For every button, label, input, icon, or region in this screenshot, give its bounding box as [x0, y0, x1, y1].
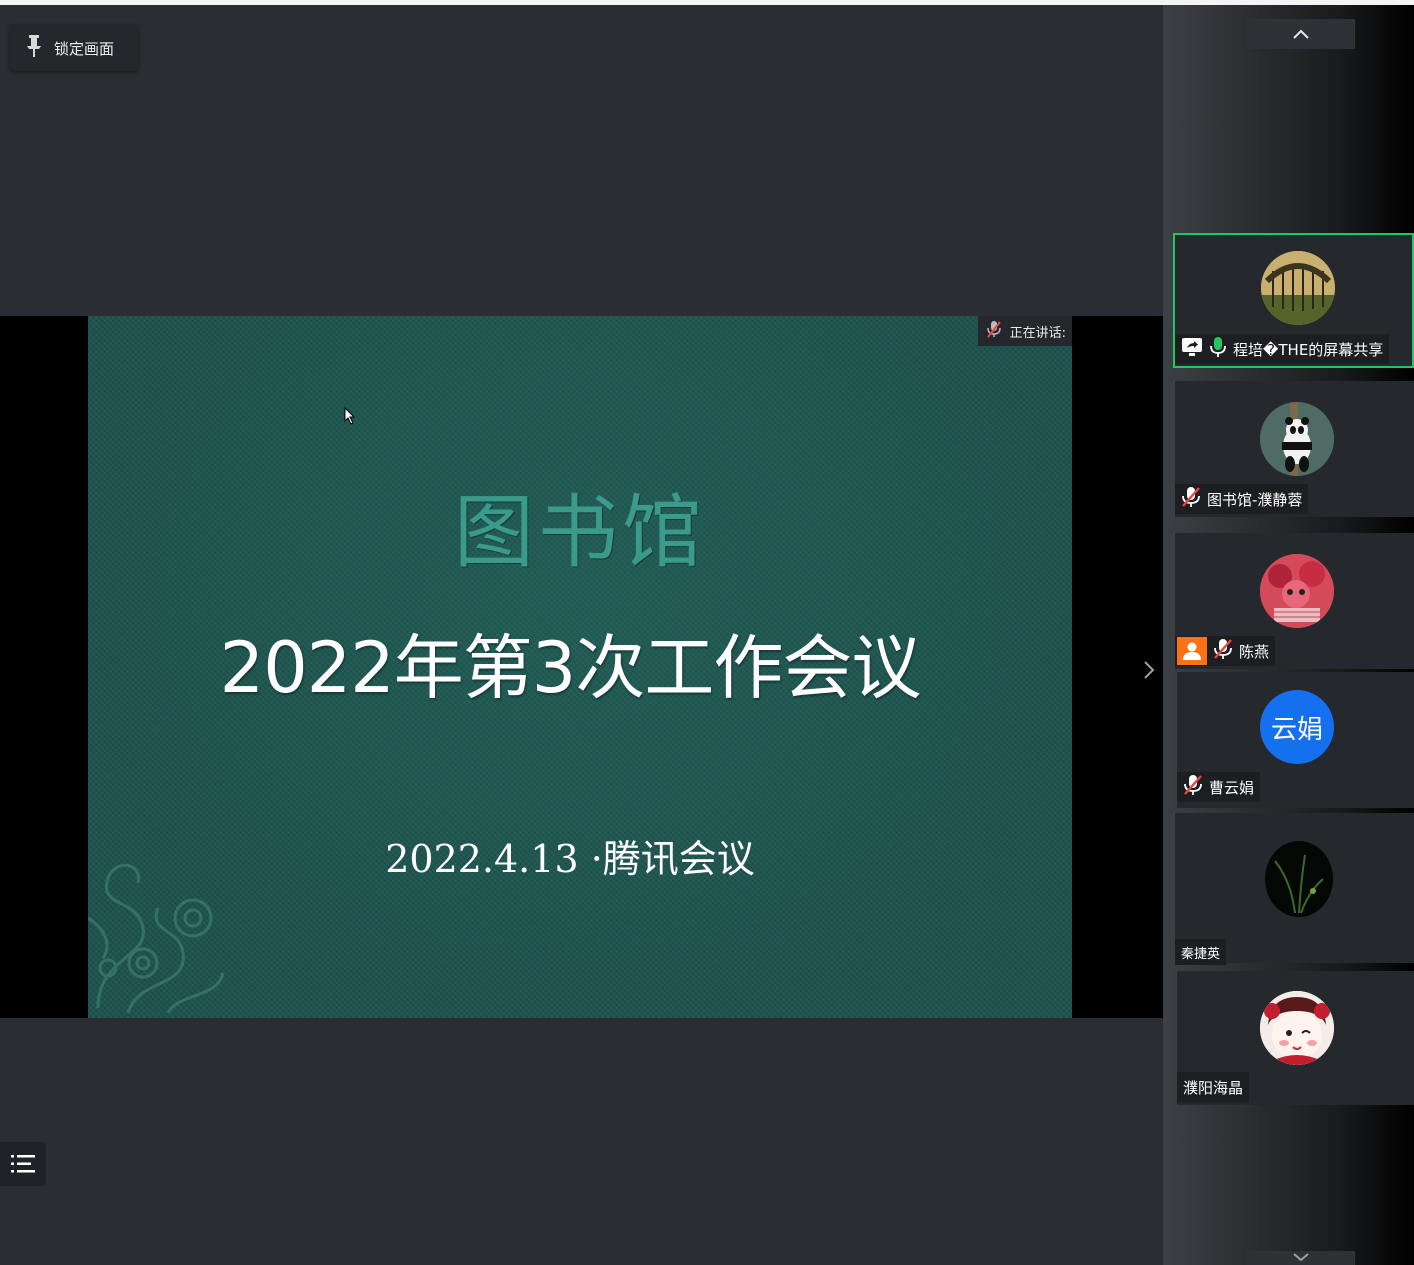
slide-subtitle: 2022年第3次工作会议	[219, 627, 922, 709]
participant-tile[interactable]: 濮阳海晶	[1177, 971, 1414, 1105]
pin-icon	[24, 34, 44, 62]
mic-muted-icon	[1181, 486, 1201, 512]
participant-name: 秦捷英	[1181, 946, 1221, 962]
speaking-indicator: 正在讲话:	[977, 316, 1072, 346]
name-bar: 程培�THE的屏幕共享	[1175, 334, 1390, 364]
name-bar: 陈燕	[1175, 636, 1276, 666]
slide-date: 2022.4.13 ·腾讯会议	[385, 837, 755, 881]
slide-title: 图书馆	[454, 486, 706, 579]
participant-tile[interactable]: 陈燕	[1175, 533, 1414, 669]
name-bar: 秦捷英	[1175, 939, 1227, 965]
avatar	[1260, 991, 1334, 1065]
name-bar: 图书馆-濮静蓉	[1175, 484, 1309, 514]
menu-list-button[interactable]	[0, 1142, 46, 1186]
chevron-up-icon	[1293, 29, 1309, 39]
participant-tile[interactable]: 图书馆-濮静蓉	[1175, 381, 1414, 517]
speaking-label: 正在讲话:	[1009, 325, 1066, 341]
avatar	[1265, 841, 1333, 917]
chevron-down-icon	[1293, 1253, 1309, 1261]
participant-name: 曹云娟	[1209, 778, 1255, 797]
scroll-down-button[interactable]	[1247, 1251, 1355, 1265]
chevron-right-icon[interactable]	[1142, 659, 1156, 681]
participant-name: 程培�THE的屏幕共享	[1233, 340, 1384, 359]
main-stage: 锁定画面 图书馆 2022年第3次工作会议 2022.4.13 ·腾讯会议 正在…	[0, 5, 1163, 1265]
mouse-cursor-icon	[344, 407, 356, 425]
participant-name: 陈燕	[1239, 642, 1270, 661]
avatar-initials: 云娟	[1270, 714, 1323, 745]
avatar	[1261, 251, 1335, 325]
avatar	[1260, 402, 1334, 476]
participant-tile[interactable]: 程培�THE的屏幕共享	[1173, 233, 1414, 368]
scroll-up-button[interactable]	[1247, 19, 1355, 49]
name-bar: 曹云娟	[1177, 772, 1261, 802]
mic-muted-icon	[1183, 774, 1203, 800]
participant-name: 濮阳海晶	[1183, 1078, 1244, 1097]
name-bar: 濮阳海晶	[1177, 1072, 1250, 1102]
host-icon	[1177, 637, 1207, 665]
screen-share-icon	[1181, 337, 1203, 361]
participant-tile[interactable]: 云娟 曹云娟	[1177, 672, 1414, 808]
lock-view-button[interactable]: 锁定画面	[10, 25, 138, 71]
mic-muted-icon	[986, 320, 1002, 342]
mic-muted-icon	[1213, 638, 1233, 664]
mic-on-icon	[1209, 336, 1227, 362]
participant-panel: 程培�THE的屏幕共享 图书馆-濮静蓉 陈燕 云娟 曹云娟 秦捷英 濮阳海晶	[1163, 5, 1414, 1265]
avatar: 云娟	[1260, 690, 1334, 764]
menu-list-icon	[11, 1155, 35, 1173]
screen-share-area: 图书馆 2022年第3次工作会议 2022.4.13 ·腾讯会议 正在讲话:	[0, 316, 1163, 1018]
participant-tile[interactable]: 秦捷英	[1175, 813, 1414, 965]
avatar	[1260, 554, 1334, 628]
lock-view-label: 锁定画面	[54, 39, 115, 58]
shared-slide: 图书馆 2022年第3次工作会议 2022.4.13 ·腾讯会议	[88, 316, 1072, 1018]
participant-name: 图书馆-濮静蓉	[1207, 490, 1303, 509]
